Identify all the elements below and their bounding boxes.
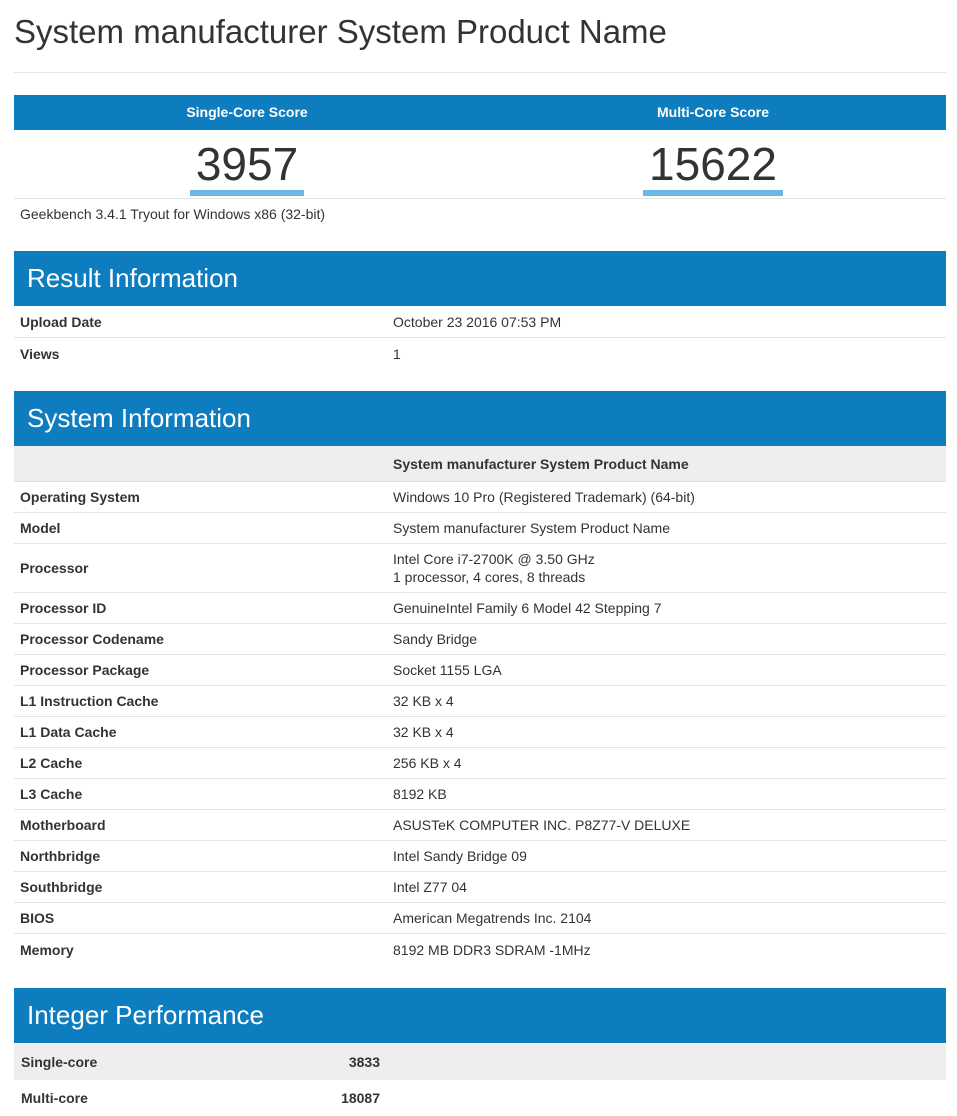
table-row: Operating System Windows 10 Pro (Registe…	[14, 482, 946, 513]
processor-topology: 1 processor, 4 cores, 8 threads	[393, 569, 586, 585]
row-value: American Megatrends Inc. 2104	[393, 910, 592, 926]
table-row: L3 Cache 8192 KB	[14, 779, 946, 810]
table-row: Multi-core 18087	[14, 1080, 946, 1116]
integer-performance-table: Single-core 3833 Multi-core 18087	[14, 1044, 946, 1116]
table-row: Processor Codename Sandy Bridge	[14, 624, 946, 655]
row-key: Processor Codename	[20, 631, 164, 647]
row-key: L1 Instruction Cache	[20, 693, 159, 709]
row-key: L3 Cache	[20, 786, 83, 802]
system-information-table: System manufacturer System Product Name …	[14, 446, 946, 965]
table-row: Processor Intel Core i7-2700K @ 3.50 GHz…	[14, 544, 946, 593]
row-key: Northbridge	[20, 848, 101, 864]
multi-core-score-value: 15622	[643, 138, 783, 196]
row-value: Intel Core i7-2700K @ 3.50 GHz 1 process…	[387, 550, 946, 586]
row-value: GenuineIntel Family 6 Model 42 Stepping …	[393, 600, 662, 616]
row-value: 8192 MB DDR3 SDRAM -1MHz	[393, 941, 591, 958]
row-value: October 23 2016 07:53 PM	[393, 314, 562, 330]
table-row: Processor Package Socket 1155 LGA	[14, 655, 946, 686]
table-row: BIOS American Megatrends Inc. 2104	[14, 903, 946, 934]
row-value: 18087	[341, 1090, 380, 1106]
row-value: 32 KB x 4	[393, 693, 454, 709]
row-key: Single-core	[21, 1054, 98, 1070]
table-row: Motherboard ASUSTeK COMPUTER INC. P8Z77-…	[14, 810, 946, 841]
row-value: Windows 10 Pro (Registered Trademark) (6…	[393, 489, 695, 505]
row-key: L1 Data Cache	[20, 724, 117, 740]
row-value: 8192 KB	[393, 786, 447, 802]
row-key: Motherboard	[20, 817, 106, 833]
system-information-header: System Information	[14, 391, 946, 446]
row-value: Intel Z77 04	[393, 879, 467, 895]
table-row: L1 Instruction Cache 32 KB x 4	[14, 686, 946, 717]
table-row: Views 1	[14, 338, 946, 369]
multi-core-score-label: Multi-Core Score	[656, 104, 769, 120]
table-row: Model System manufacturer System Product…	[14, 513, 946, 544]
row-key: Processor	[20, 560, 89, 576]
row-value: ASUSTeK COMPUTER INC. P8Z77-V DELUXE	[393, 817, 691, 833]
single-core-score-label: Single-Core Score	[186, 104, 308, 120]
row-key: Southbridge	[20, 879, 103, 895]
row-key: Memory	[20, 941, 74, 958]
table-header-row: System manufacturer System Product Name	[14, 446, 946, 482]
row-key: Processor Package	[20, 662, 150, 678]
processor-model: Intel Core i7-2700K @ 3.50 GHz	[393, 551, 595, 567]
row-key: Upload Date	[20, 314, 102, 330]
header-system-name: System manufacturer System Product Name	[393, 455, 689, 472]
single-core-score-value: 3957	[189, 138, 305, 196]
row-key: Operating System	[20, 489, 140, 505]
table-row: Processor ID GenuineIntel Family 6 Model…	[14, 593, 946, 624]
table-row: L2 Cache 256 KB x 4	[14, 748, 946, 779]
table-row: Northbridge Intel Sandy Bridge 09	[14, 841, 946, 872]
title-divider	[14, 72, 946, 73]
integer-performance-header: Integer Performance	[14, 988, 946, 1043]
row-value: Socket 1155 LGA	[393, 662, 502, 678]
row-key: Multi-core	[21, 1090, 88, 1106]
row-value: Sandy Bridge	[393, 631, 478, 647]
row-value: 1	[393, 345, 401, 362]
score-header-bar: Single-Core Score Multi-Core Score	[14, 95, 946, 130]
row-key: BIOS	[20, 910, 55, 926]
table-row: Single-core 3833	[14, 1044, 946, 1080]
table-row: Southbridge Intel Z77 04	[14, 872, 946, 903]
page-title: System manufacturer System Product Name	[14, 13, 667, 50]
row-value: System manufacturer System Product Name	[393, 520, 670, 536]
row-value: 32 KB x 4	[393, 724, 454, 740]
result-information-table: Upload Date October 23 2016 07:53 PM Vie…	[14, 307, 946, 369]
geekbench-result-page: System manufacturer System Product Name …	[0, 0, 957, 1106]
row-value: Intel Sandy Bridge 09	[393, 848, 527, 864]
row-value: 256 KB x 4	[393, 755, 462, 771]
row-key: Model	[20, 520, 61, 536]
table-row: Memory 8192 MB DDR3 SDRAM -1MHz	[14, 934, 946, 965]
score-divider	[14, 198, 946, 199]
row-key: Processor ID	[20, 600, 107, 616]
table-row: L1 Data Cache 32 KB x 4	[14, 717, 946, 748]
row-key: L2 Cache	[20, 755, 83, 771]
result-information-header: Result Information	[14, 251, 946, 306]
benchmark-version: Geekbench 3.4.1 Tryout for Windows x86 (…	[20, 206, 326, 222]
score-values: 3957 15622	[14, 130, 946, 198]
table-row: Upload Date October 23 2016 07:53 PM	[14, 307, 946, 338]
row-key: Views	[20, 345, 60, 362]
row-value: 3833	[348, 1054, 380, 1070]
